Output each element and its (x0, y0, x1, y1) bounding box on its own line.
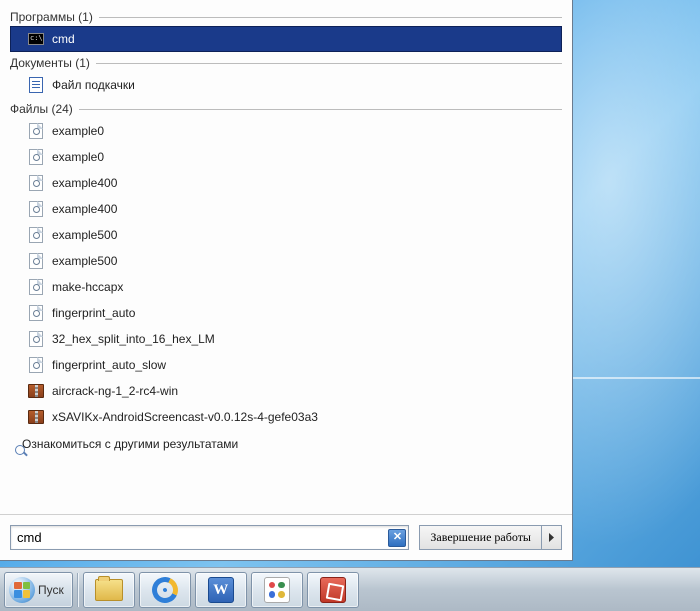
files-item[interactable]: fingerprint_auto_slow (10, 352, 562, 378)
result-item-label: example0 (52, 124, 104, 138)
files-item[interactable]: example500 (10, 222, 562, 248)
files-item[interactable]: example400 (10, 170, 562, 196)
result-item-label: Файл подкачки (52, 78, 135, 92)
files-item[interactable]: example0 (10, 118, 562, 144)
result-item-label: 32_hex_split_into_16_hex_LM (52, 332, 215, 346)
start-menu-bottom-bar: ✕ Завершение работы (0, 514, 572, 560)
section-header-documents: Документы (1) (10, 56, 562, 70)
result-item-label: example400 (52, 202, 117, 216)
folder-icon (95, 579, 123, 601)
desktop-flare-line (570, 377, 700, 379)
result-item-label: cmd (52, 32, 75, 46)
browser-icon (148, 573, 181, 606)
file-icon (28, 227, 44, 243)
word-icon: W (208, 577, 234, 603)
section-label: Документы (1) (10, 56, 96, 70)
search-box[interactable]: ✕ (10, 525, 409, 550)
file-icon (28, 123, 44, 139)
more-results-link[interactable]: Ознакомиться с другими результатами (10, 430, 562, 458)
chevron-right-icon (548, 533, 555, 542)
result-item-label: make-hccapx (52, 280, 123, 294)
taskbar-app-browser[interactable] (139, 572, 191, 608)
search-results-area: Программы (1) cmd Документы (1) Файл под… (0, 0, 572, 514)
section-label: Файлы (24) (10, 102, 79, 116)
search-input[interactable] (17, 530, 388, 545)
archive-icon (28, 409, 44, 425)
section-rule (79, 109, 562, 110)
result-item-label: example400 (52, 176, 117, 190)
files-item[interactable]: example400 (10, 196, 562, 222)
windows-logo-icon (9, 577, 35, 603)
section-label: Программы (1) (10, 10, 99, 24)
more-results-label: Ознакомиться с другими результатами (22, 437, 238, 451)
taskbar-divider (77, 573, 79, 607)
documents-item[interactable]: Файл подкачки (10, 72, 562, 98)
file-icon (28, 175, 44, 191)
result-item-label: fingerprint_auto_slow (52, 358, 166, 372)
taskbar-app-capture[interactable] (307, 572, 359, 608)
taskbar: Пуск W (0, 567, 700, 611)
start-menu-search-panel: Программы (1) cmd Документы (1) Файл под… (0, 0, 573, 561)
file-icon (28, 331, 44, 347)
files-item[interactable]: 32_hex_split_into_16_hex_LM (10, 326, 562, 352)
file-icon (28, 201, 44, 217)
shutdown-split-button: Завершение работы (419, 525, 562, 550)
files-item[interactable]: fingerprint_auto (10, 300, 562, 326)
file-icon (28, 279, 44, 295)
shutdown-button[interactable]: Завершение работы (419, 525, 542, 550)
archive-icon (28, 383, 44, 399)
result-item-label: example500 (52, 228, 117, 242)
start-label: Пуск (38, 583, 64, 597)
section-rule (99, 17, 562, 18)
start-button[interactable]: Пуск (4, 572, 73, 608)
file-icon (28, 357, 44, 373)
dots-icon (264, 577, 290, 603)
section-rule (96, 63, 562, 64)
files-item[interactable]: example0 (10, 144, 562, 170)
files-item[interactable]: aircrack-ng-1_2-rc4-win (10, 378, 562, 404)
files-item[interactable]: make-hccapx (10, 274, 562, 300)
file-icon (28, 149, 44, 165)
taskbar-app-meet[interactable] (251, 572, 303, 608)
taskbar-app-word[interactable]: W (195, 572, 247, 608)
shutdown-label: Завершение работы (430, 530, 531, 545)
files-item[interactable]: xSAVIKx-AndroidScreencast-v0.0.12s-4-gef… (10, 404, 562, 430)
capture-icon (320, 577, 346, 603)
section-header-programs: Программы (1) (10, 10, 562, 24)
doc-icon (28, 77, 44, 93)
file-icon (28, 305, 44, 321)
result-item-label: fingerprint_auto (52, 306, 135, 320)
taskbar-app-explorer[interactable] (83, 572, 135, 608)
result-item-label: example0 (52, 150, 104, 164)
file-icon (28, 253, 44, 269)
clear-search-button[interactable]: ✕ (388, 529, 406, 547)
programs-item[interactable]: cmd (10, 26, 562, 52)
result-item-label: xSAVIKx-AndroidScreencast-v0.0.12s-4-gef… (52, 410, 318, 424)
result-item-label: example500 (52, 254, 117, 268)
cmd-icon (28, 31, 44, 47)
shutdown-options-button[interactable] (542, 525, 562, 550)
section-header-files: Файлы (24) (10, 102, 562, 116)
files-item[interactable]: example500 (10, 248, 562, 274)
result-item-label: aircrack-ng-1_2-rc4-win (52, 384, 178, 398)
